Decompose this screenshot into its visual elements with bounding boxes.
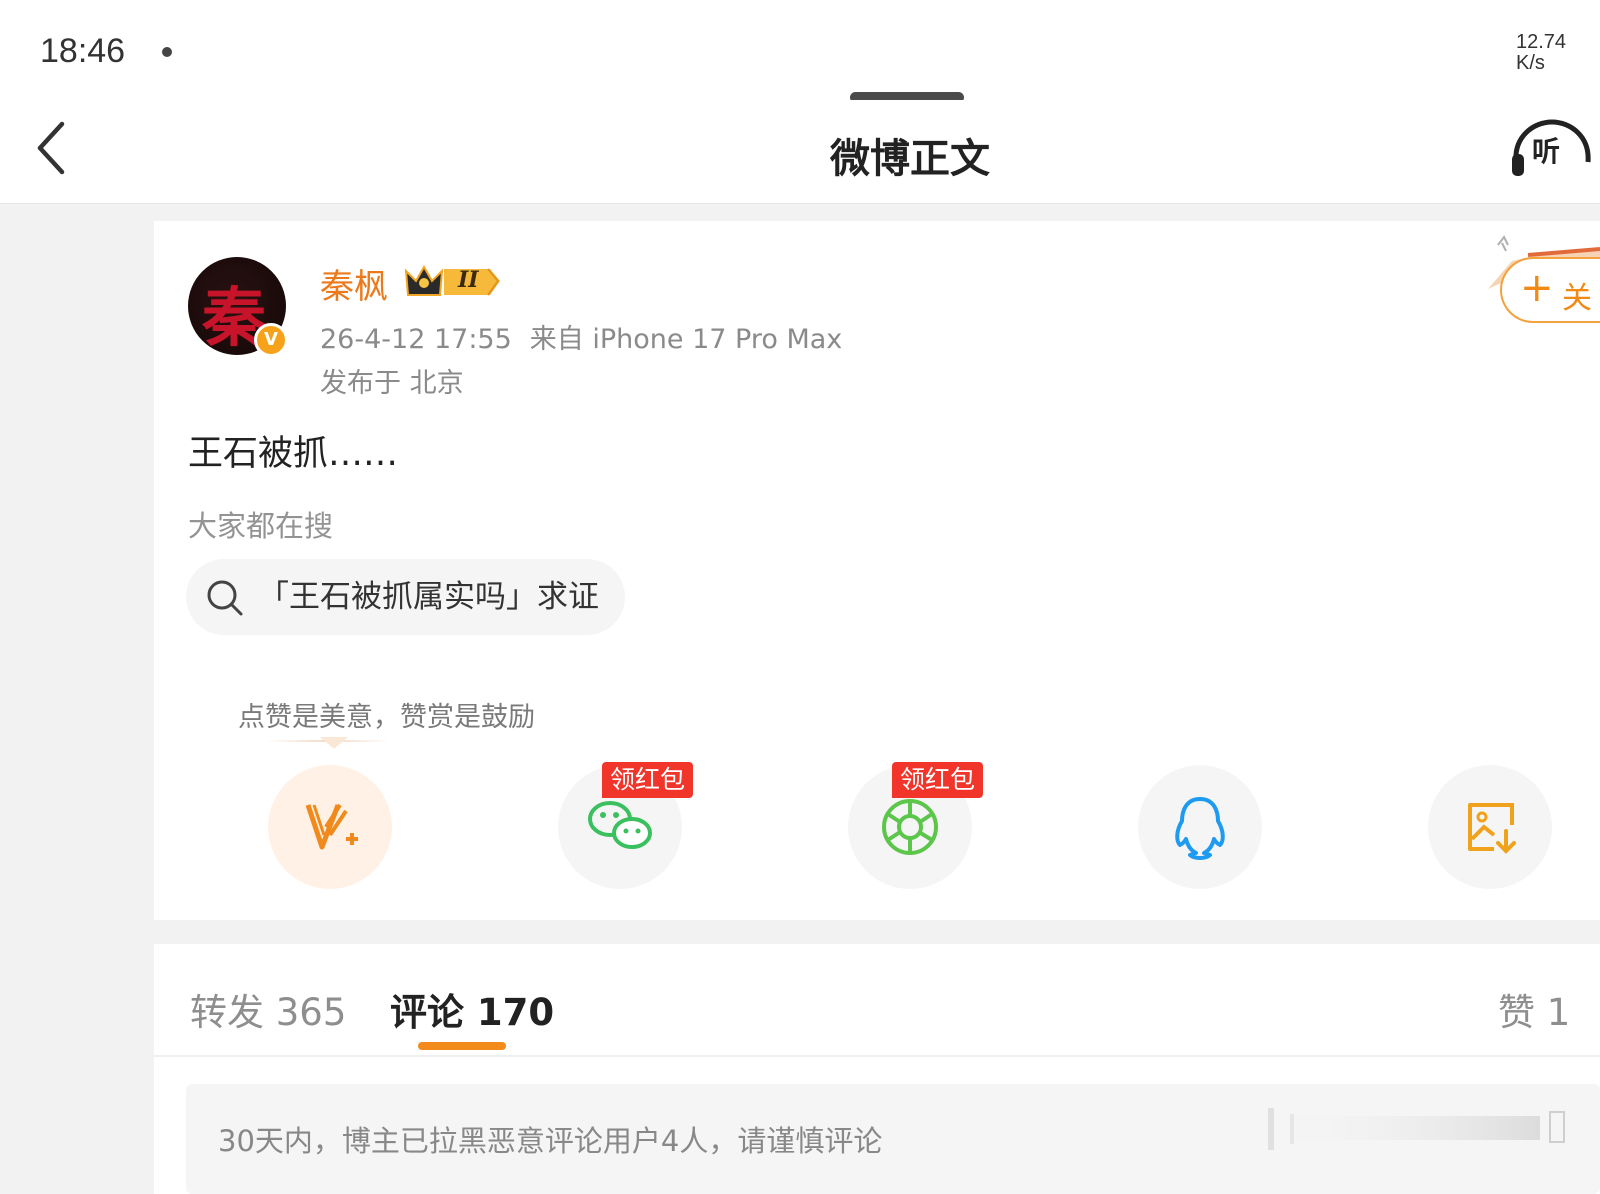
plus-icon: + [1520, 265, 1554, 311]
crown-icon [404, 264, 500, 296]
redpack-badge: 领红包 [892, 762, 984, 798]
search-icon [207, 580, 243, 616]
follow-button[interactable]: + 关 [1500, 257, 1600, 323]
post-card: 秦 V 秦枫 II 26-4-12 17:55 来自 iPhone 17 Pro … [154, 221, 1600, 920]
username[interactable]: 秦枫 [320, 259, 388, 308]
search-hint: 大家都在搜 [188, 509, 334, 543]
member-crown-badge[interactable]: II [402, 261, 502, 301]
post-meta: 26-4-12 17:55 来自 iPhone 17 Pro Max [320, 317, 860, 356]
qq-icon [1175, 797, 1225, 860]
redpack-badge: 领红包 [602, 762, 694, 798]
active-tab-indicator [418, 1042, 506, 1050]
tab-like[interactable]: 赞 1 [1498, 982, 1570, 1036]
comment-notice-banner: 30天内，博主已拉黑恶意评论用户4人，请谨慎评论 [186, 1084, 1600, 1194]
save-image-icon [1468, 803, 1516, 854]
follow-label: 关 [1562, 281, 1592, 316]
page-title: 微博正文 [830, 136, 990, 182]
reward-v-plus-icon [305, 803, 358, 850]
post-text: 王石被抓…… [188, 434, 399, 474]
verified-badge-icon: V [254, 323, 288, 357]
comments-section: 转发 365 评论 170 赞 1 30天内，博主已拉黑恶意评论用户4人，请谨慎… [154, 944, 1600, 1194]
post-source: 来自 iPhone 17 Pro Max [529, 324, 843, 355]
trending-search-chip[interactable]: 「王石被抓属实吗」求证 [186, 559, 625, 635]
listen-label: 听 [1532, 135, 1561, 168]
avatar[interactable]: 秦 V [188, 257, 288, 357]
status-time: 18:46 [40, 32, 126, 70]
post-time: 26-4-12 17:55 [320, 324, 512, 355]
notice-decoration-icon [1260, 1108, 1565, 1150]
reward-button[interactable] [268, 765, 392, 889]
trending-search-text: 「王石被抓属实吗」求证 [258, 579, 599, 615]
listen-button[interactable]: 听 [1508, 118, 1600, 178]
nav-bar: 微博正文 听 [0, 100, 1600, 204]
save-image-button[interactable] [1428, 765, 1552, 889]
reward-tip: 点赞是美意，赞赏是鼓励 [238, 702, 535, 733]
tip-arrow [320, 737, 348, 749]
member-level: II [458, 267, 479, 293]
notification-dot [162, 47, 172, 57]
share-qq-button[interactable] [1138, 765, 1262, 889]
post-location: 发布于 北京 [320, 368, 464, 399]
network-speed: 12.74 K/s [1516, 31, 1567, 74]
tab-repost[interactable]: 转发 365 [190, 982, 346, 1036]
tab-comment[interactable]: 评论 170 [390, 982, 554, 1036]
tabs-divider [154, 1055, 1600, 1057]
status-bar: 18:46 12.74 K/s [0, 0, 1600, 103]
comment-notice-text: 30天内，博主已拉黑恶意评论用户4人，请谨慎评论 [218, 1124, 883, 1158]
